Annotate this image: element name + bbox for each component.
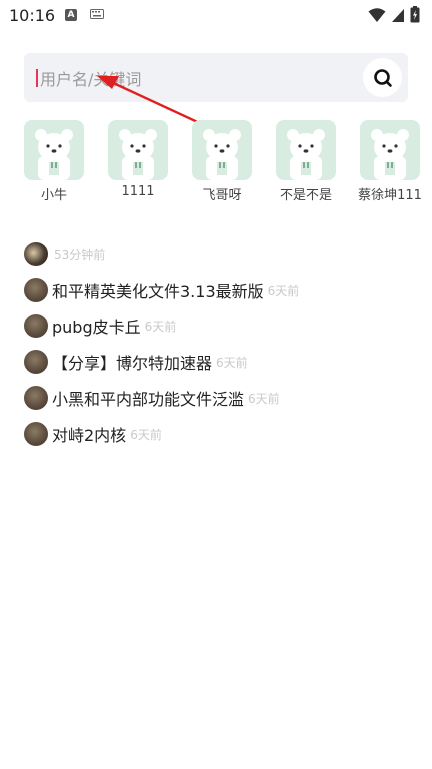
signal-icon — [392, 8, 404, 22]
list-item[interactable]: 和平精英美化文件3.13最新版 6天前 — [24, 272, 414, 308]
item-title: 对峙2内核 — [52, 426, 127, 445]
user-name: 蔡徐坤111 — [358, 188, 422, 203]
user-list: 小牛 1111 飞哥呀 不是不是 蔡徐坤111 — [24, 120, 422, 203]
history-list: 53分钟前 和平精英美化文件3.13最新版 6天前 pubg皮卡丘 6天前 【分… — [24, 236, 414, 452]
search-input[interactable] — [38, 65, 362, 93]
avatar — [24, 422, 48, 446]
item-title: 和平精英美化文件3.13最新版 — [52, 282, 264, 301]
bear-avatar-icon — [192, 120, 252, 180]
text-caret — [36, 69, 38, 87]
item-title: 【分享】博尔特加速器 — [52, 354, 213, 373]
item-time: 6天前 — [130, 427, 162, 442]
list-item[interactable]: 【分享】博尔特加速器 6天前 — [24, 344, 414, 380]
bear-avatar-icon — [276, 120, 336, 180]
item-time: 6天前 — [267, 283, 300, 298]
avatar — [24, 278, 48, 302]
search-button[interactable] — [363, 58, 402, 97]
avatar — [24, 350, 48, 374]
item-time: 6天前 — [144, 319, 177, 334]
keyboard-icon — [90, 9, 104, 19]
bear-avatar-icon — [360, 120, 420, 180]
user-name: 飞哥呀 — [202, 188, 242, 203]
item-title: pubg皮卡丘 — [52, 318, 141, 337]
user-item[interactable]: 蔡徐坤111 — [358, 120, 422, 203]
user-item[interactable]: 小牛 — [24, 120, 84, 203]
item-time: 6天前 — [216, 355, 248, 370]
list-item[interactable]: pubg皮卡丘 6天前 — [24, 308, 414, 344]
item-time: 6天前 — [248, 391, 280, 406]
item-title: 小黑和平内部功能文件泛滥 — [52, 390, 245, 409]
user-item[interactable]: 不是不是 — [276, 120, 336, 203]
list-item[interactable]: 小黑和平内部功能文件泛滥 6天前 — [24, 380, 414, 416]
search-icon — [373, 68, 392, 87]
list-item[interactable]: 53分钟前 — [24, 236, 414, 272]
status-bar: 10:16 A — [0, 0, 432, 30]
item-time: 53分钟前 — [54, 247, 106, 262]
bear-avatar-icon — [108, 120, 168, 180]
notification-a-icon: A — [65, 9, 77, 21]
user-name: 不是不是 — [279, 188, 332, 203]
search-box — [24, 53, 408, 102]
wifi-icon — [368, 7, 386, 22]
avatar — [24, 242, 48, 266]
list-item[interactable]: 对峙2内核 6天前 — [24, 416, 414, 452]
status-icons — [368, 6, 420, 23]
battery-icon — [410, 6, 420, 23]
avatar — [24, 386, 48, 410]
status-time: 10:16 — [9, 6, 56, 25]
avatar — [24, 314, 48, 338]
user-name: 小牛 — [40, 188, 67, 203]
bear-avatar-icon — [24, 120, 84, 180]
user-item[interactable]: 飞哥呀 — [192, 120, 252, 203]
user-item[interactable]: 1111 — [108, 120, 168, 203]
user-name: 1111 — [121, 184, 155, 199]
